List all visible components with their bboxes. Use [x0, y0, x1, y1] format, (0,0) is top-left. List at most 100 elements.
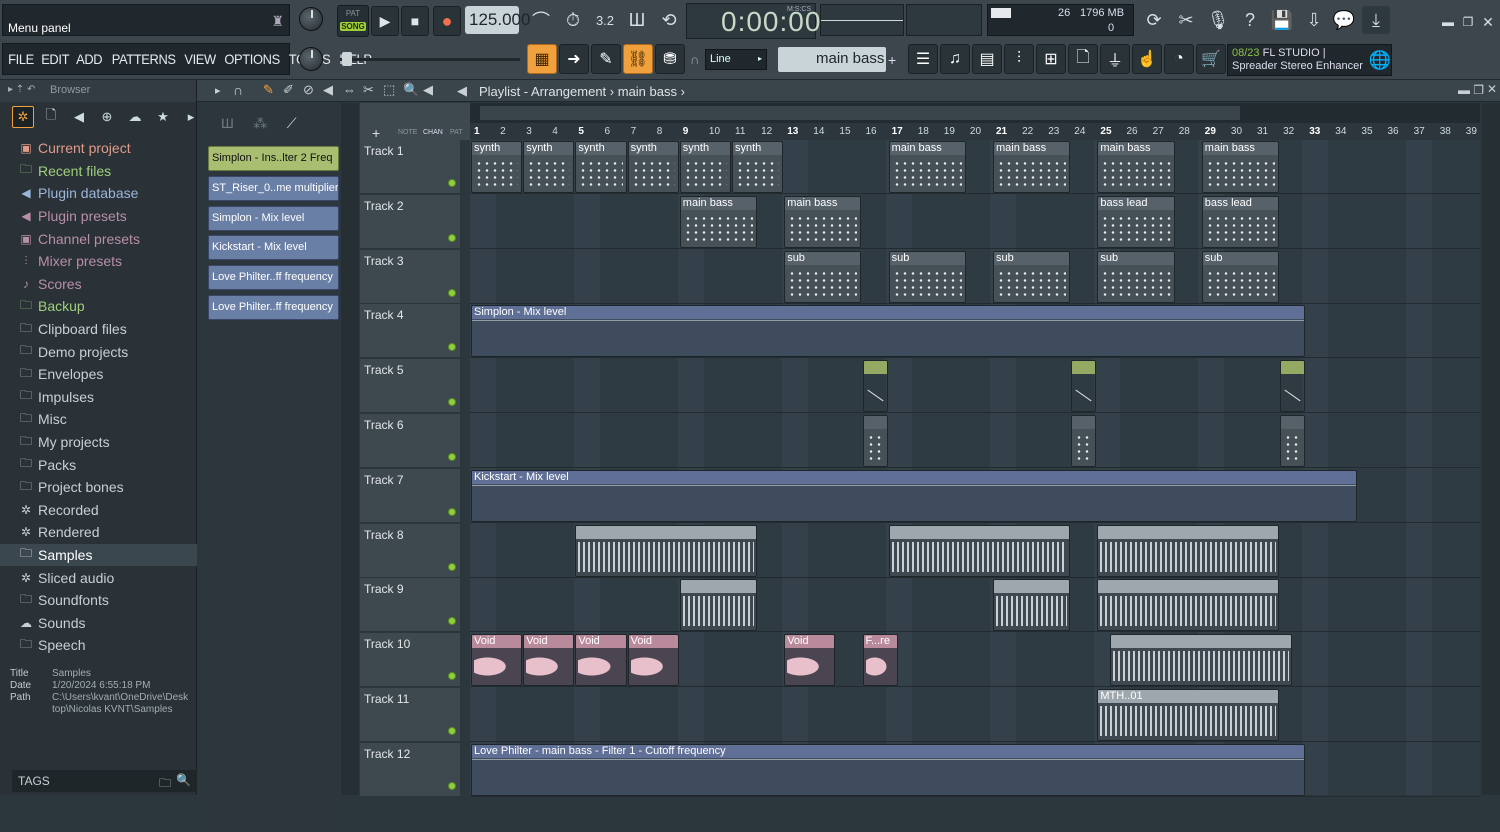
track-header[interactable]: Track 11: [360, 688, 460, 742]
browser-item[interactable]: ✲ Recorded: [0, 499, 197, 522]
playlist-clip[interactable]: [1110, 634, 1293, 687]
browser-item[interactable]: ⫶ Mixer presets: [0, 250, 197, 273]
microphone-icon[interactable]: 🎙: [1204, 6, 1232, 34]
master-pitch-knob[interactable]: [299, 47, 323, 71]
countdown-icon[interactable]: 3.2: [591, 6, 619, 34]
browser-item[interactable]: ◀ Plugin presets: [0, 205, 197, 228]
playlist-clip[interactable]: Love Philter - main bass - Filter 1 - Cu…: [471, 743, 1306, 796]
track-lane[interactable]: [470, 688, 1480, 742]
browser-item[interactable]: 🗀 Recent files: [0, 160, 197, 183]
playlist-clip[interactable]: [1071, 360, 1097, 413]
playlist-clip[interactable]: main bass: [1201, 141, 1280, 193]
browser-item[interactable]: 🗀 My projects: [0, 431, 197, 454]
playlist-clip[interactable]: [862, 360, 888, 413]
menu-options[interactable]: OPTIONS: [225, 51, 281, 67]
browser-item[interactable]: ☁ Sounds: [0, 611, 197, 634]
store-button[interactable]: 🛒: [1196, 44, 1226, 74]
menu-edit[interactable]: EDIT: [41, 51, 69, 67]
timeline-overview[interactable]: [470, 103, 1480, 123]
playlist-clip[interactable]: bass lead: [1201, 195, 1280, 248]
playlist-clip[interactable]: Void: [627, 634, 679, 687]
globe-icon[interactable]: 🌐: [1366, 46, 1394, 74]
wait-input-icon[interactable]: ⏱: [559, 6, 587, 34]
mute-tool-icon[interactable]: ◀: [323, 82, 333, 98]
browser-item[interactable]: 🗀 Clipboard files: [0, 318, 197, 341]
playlist-clip[interactable]: [993, 579, 1071, 632]
picker-item[interactable]: Love Philter..ff frequency: [208, 295, 339, 320]
playlist-clip[interactable]: Void: [523, 634, 575, 687]
track-header[interactable]: Track 10: [360, 633, 460, 688]
stamp-button[interactable]: ⛃: [655, 44, 685, 74]
browser-item[interactable]: ▣ Channel presets: [0, 227, 197, 250]
playlist-clip[interactable]: F...re: [862, 634, 899, 687]
picker-item[interactable]: Simplon - Ins..lter 2 Freq: [208, 146, 339, 171]
playlist-clip[interactable]: [575, 524, 758, 577]
pencil-tool-button[interactable]: ✎: [591, 44, 621, 74]
picker-item[interactable]: Kickstart - Mix level: [208, 235, 339, 261]
playlist-toggle-button[interactable]: ▦: [527, 44, 557, 74]
touch-keyboard-button[interactable]: ☝: [1132, 44, 1162, 74]
track-header[interactable]: Track 12: [360, 742, 460, 797]
mixer-button[interactable]: ⫶: [1004, 44, 1034, 74]
playlist-close-icon[interactable]: ✕: [1487, 82, 1497, 96]
search-icon[interactable]: 🔍: [176, 773, 191, 787]
playlist-clip[interactable]: main bass: [679, 195, 758, 248]
playlist-clip[interactable]: Void: [471, 634, 523, 687]
playlist-clip[interactable]: sub: [784, 250, 862, 303]
timeline-ruler[interactable]: 1 2 3 4 5 6 7 8 9 10 11 12 13 14 15 16 17 18 19 20 21 22 23 24 2…: [470, 124, 1480, 140]
track-lane[interactable]: [470, 195, 1480, 249]
plugin-picker-button[interactable]: ⏚: [1100, 44, 1130, 74]
browser-item[interactable]: 🗀 Envelopes: [0, 363, 197, 386]
undo-history-icon[interactable]: ⟳: [1140, 6, 1168, 34]
stop-button[interactable]: ■: [401, 6, 429, 36]
playlist-clip[interactable]: Void: [575, 634, 627, 687]
playlist-minimize-icon[interactable]: ▬: [1458, 83, 1470, 97]
track-header[interactable]: Track 3: [360, 249, 460, 304]
playlist-clip[interactable]: [679, 579, 758, 632]
browser-item[interactable]: ◀ Plugin database: [0, 182, 197, 205]
online-tab-icon[interactable]: ⊕: [96, 106, 118, 128]
playlist-clip[interactable]: [1280, 360, 1306, 413]
record-button[interactable]: ●: [433, 6, 461, 36]
picker-item[interactable]: ST_Riser_0..me multiplier: [208, 175, 339, 201]
pat-mode[interactable]: PAT: [450, 129, 463, 136]
track-mute-led[interactable]: [448, 288, 456, 297]
tempo-display[interactable]: 125.000: [465, 6, 530, 34]
slice-tool-icon[interactable]: ✂: [363, 82, 374, 98]
browser-item[interactable]: 🗀 Packs: [0, 453, 197, 476]
playlist-clip[interactable]: synth: [523, 141, 575, 193]
next-button[interactable]: ➜: [559, 44, 589, 74]
playlist-clip[interactable]: [1097, 579, 1280, 632]
browser-item[interactable]: ✲ Sliced audio: [0, 566, 197, 589]
track-mute-led[interactable]: [448, 507, 456, 516]
menu-add[interactable]: ADD: [76, 51, 102, 67]
play-button[interactable]: ▶: [371, 6, 399, 36]
track-lane[interactable]: [470, 359, 1480, 414]
browser-nav-icon[interactable]: ▸ ⇡ ↶: [8, 84, 35, 95]
track-mute-led[interactable]: [448, 453, 456, 461]
track-mute-led[interactable]: [448, 727, 456, 735]
playlist-menu-icon[interactable]: ▸: [215, 84, 221, 97]
track-header[interactable]: Track 8: [360, 523, 460, 578]
tags-bar[interactable]: TAGS 🗀 🔍: [12, 770, 197, 792]
playlist-scrollbar[interactable]: [1482, 103, 1500, 795]
draw-tool-icon[interactable]: ✎: [263, 82, 274, 98]
export-icon[interactable]: ⇩: [1300, 6, 1328, 34]
browser-item[interactable]: 🗀 Samples: [0, 543, 197, 567]
playlist-clip[interactable]: synth: [732, 141, 784, 193]
browser-item[interactable]: ♪ Scores: [0, 273, 197, 296]
playlist-clip[interactable]: MTH..01: [1097, 689, 1280, 741]
playlist-clip[interactable]: [888, 524, 1071, 577]
playlist-clip[interactable]: [1280, 415, 1306, 467]
playlist-clip[interactable]: sub: [888, 250, 966, 303]
step-edit-icon[interactable]: Ш: [623, 6, 651, 34]
playlist-clip[interactable]: synth: [627, 141, 679, 193]
folder-icon[interactable]: 🗀: [159, 774, 171, 795]
master-volume-knob[interactable]: [299, 7, 323, 31]
close-icon[interactable]: ✕: [1474, 8, 1500, 36]
add-track-icon[interactable]: +: [372, 125, 380, 141]
piano-roll-button[interactable]: ♫: [940, 44, 970, 74]
playlist-clip[interactable]: main bass: [993, 141, 1071, 193]
playlist-clip[interactable]: synth: [575, 141, 627, 193]
project-button[interactable]: 🗋: [1068, 44, 1098, 74]
